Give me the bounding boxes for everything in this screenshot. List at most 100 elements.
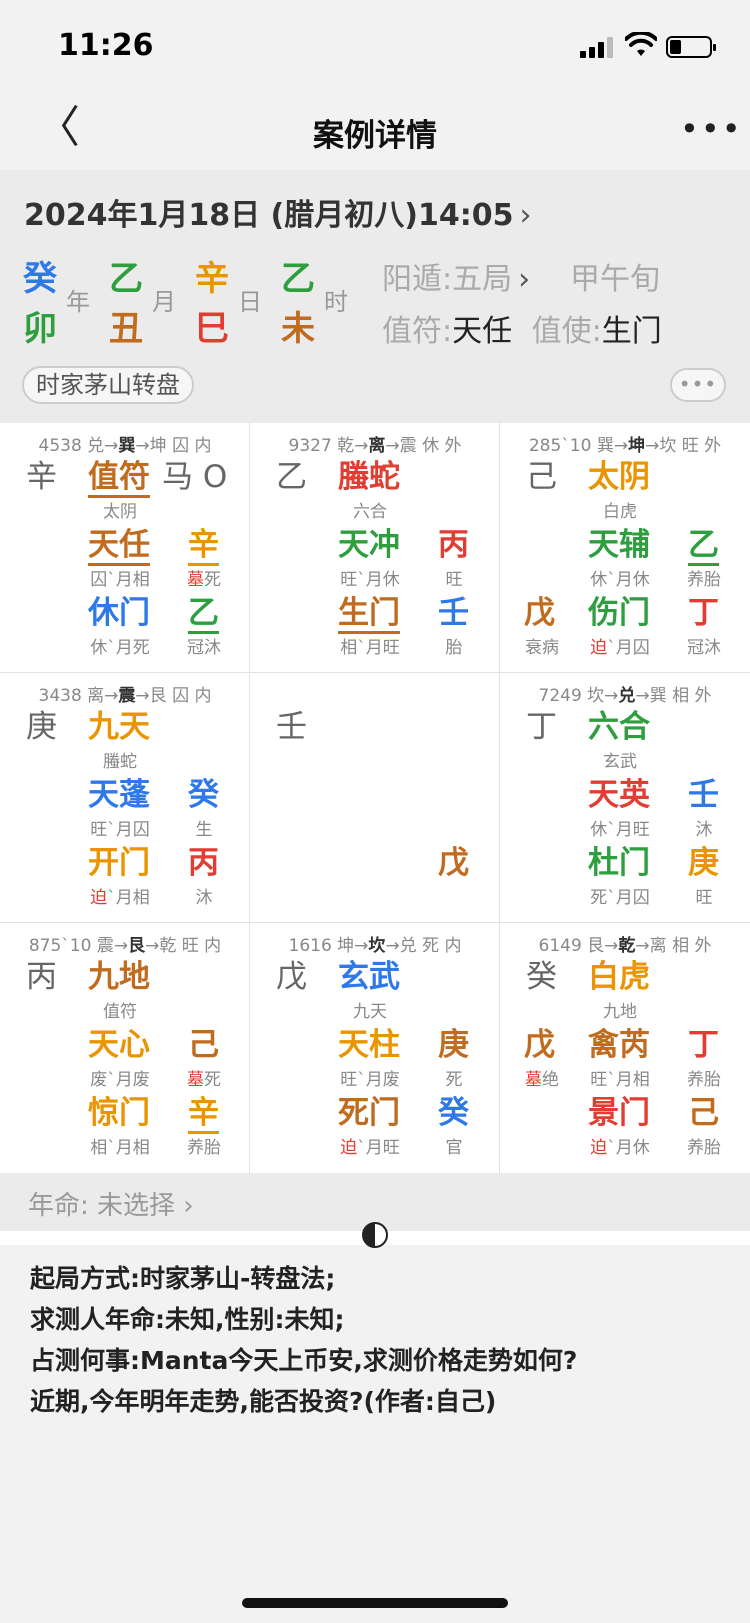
battery-icon	[666, 36, 716, 58]
earth-stem: 丙	[26, 959, 57, 995]
deity-sub: 六合	[353, 502, 387, 522]
door-stem: 辛	[188, 1093, 219, 1134]
status-bar: 11:26	[0, 0, 750, 92]
deity-sub: 九天	[353, 1002, 387, 1022]
door: 开门	[88, 845, 150, 881]
star-stem: 己	[188, 1027, 219, 1063]
zhifu-value: 天任	[452, 314, 513, 349]
year-branch: 卯	[23, 309, 57, 349]
dun-link[interactable]: 阳遁:五局 ›	[382, 254, 530, 298]
star: 天柱	[338, 1027, 400, 1063]
note-question-cont: 近期,今年明年走势,能否投资?(作者:自己)	[30, 1387, 497, 1416]
star-sub: 旺`月相	[590, 1070, 650, 1090]
palace-kan[interactable]: 1616 坤→坎→兑 死 内 戊 玄武 九天 天柱 庚 旺`月废 死 死门 癸 …	[250, 923, 500, 1173]
door-sub: 迫`月休	[590, 1138, 650, 1158]
star-stem-sub: 生	[195, 820, 213, 840]
door-sub: 迫`月相	[90, 888, 150, 908]
star: 天英	[588, 777, 650, 813]
year-pillar: 癸 卯	[22, 254, 58, 354]
center-heaven-stem: 戊	[438, 845, 469, 881]
star: 天辅	[588, 527, 650, 563]
palace-header: 6149 艮→乾→离 相 外	[538, 936, 712, 956]
note-method: 起局方式:时家茅山-转盘法;	[30, 1264, 336, 1293]
star-stem-sub: 养胎	[687, 570, 721, 590]
hour-label: 时	[324, 288, 348, 316]
deity: 螣蛇	[338, 459, 400, 495]
xun-text: 甲午旬	[570, 262, 660, 297]
door: 生门	[338, 593, 400, 634]
earth-stem: 庚	[26, 709, 57, 745]
earth-stem: 辛	[26, 459, 57, 495]
dun-label: 阳遁:	[382, 262, 453, 297]
star-stem-sub: 墓死	[187, 1070, 221, 1090]
earth-stem: 戊	[276, 959, 307, 995]
day-branch: 巳	[195, 309, 229, 349]
door-stem: 己	[688, 1095, 719, 1131]
star-stem-sub: 沐	[695, 820, 713, 840]
deity: 九天	[88, 709, 150, 745]
star-sub: 旺`月休	[340, 570, 400, 590]
earth-stem: 癸	[526, 959, 557, 995]
star-stem-sub: 死	[445, 1070, 463, 1090]
star-stem-sub: 旺	[445, 570, 463, 590]
star-stem: 壬	[688, 777, 719, 813]
yin-yang-icon[interactable]	[362, 1222, 388, 1248]
door-stem: 庚	[688, 845, 719, 881]
palace-li[interactable]: 9327 乾→离→震 休 外 乙 螣蛇 六合 天冲 丙 旺`月休 旺 生门 壬 …	[250, 423, 500, 673]
star-sub: 囚`月相	[90, 570, 150, 590]
door-stem-sub: 官	[445, 1138, 463, 1158]
datetime-link[interactable]: 2024年1月18日 (腊月初八)14:05 ›	[24, 190, 531, 234]
door-sub: 相`月相	[90, 1138, 150, 1158]
door-sub: 死`月囚	[590, 888, 650, 908]
hour-pillar: 乙 未	[280, 254, 316, 354]
chevron-right-icon: ›	[519, 198, 532, 233]
palace-qian[interactable]: 6149 艮→乾→离 相 外 癸 白虎 九地 戊 墓绝 禽芮 丁 旺`月相 养胎…	[500, 923, 750, 1173]
deity: 白虎	[588, 959, 650, 995]
door-stem-sub: 养胎	[187, 1138, 221, 1158]
palace-zhen[interactable]: 3438 离→震→艮 囚 内 庚 九天 螣蛇 天蓬 癸 旺`月囚 生 开门 丙 …	[0, 673, 250, 923]
more-ellipsis-button[interactable]: •••	[670, 368, 726, 402]
deity-sub: 太阴	[103, 502, 137, 522]
door-stem: 壬	[438, 595, 469, 631]
deity: 九地	[88, 959, 150, 995]
chart-mode-button[interactable]: 时家茅山转盘	[22, 366, 194, 404]
year-life-text: 年命: 未选择 ›	[28, 1191, 194, 1221]
door-sub: 相`月旺	[340, 638, 400, 658]
deity-sub: 值符	[103, 1002, 137, 1022]
door-left-stem: 戊	[524, 595, 555, 631]
star: 天冲	[338, 527, 400, 563]
palace-xun[interactable]: 4538 兑→巽→坤 囚 内 辛 值符 马 O 太阴 天任 辛 囚`月相 墓死 …	[0, 423, 250, 673]
palace-gen[interactable]: 875`10 震→艮→乾 旺 内 丙 九地 值符 天心 己 废`月废 墓死 惊门…	[0, 923, 250, 1173]
home-indicator[interactable]	[242, 1598, 508, 1608]
day-label: 日	[238, 288, 262, 316]
palace-dui[interactable]: 7249 坎→兑→巽 相 外 丁 六合 玄武 天英 壬 休`月旺 沐 杜门 庚 …	[500, 673, 750, 923]
deity-sub: 九地	[603, 1002, 637, 1022]
door: 惊门	[88, 1095, 150, 1131]
palace-grid: 4538 兑→巽→坤 囚 内 辛 值符 马 O 太阴 天任 辛 囚`月相 墓死 …	[0, 423, 750, 1173]
horse-marker: 马 O	[162, 459, 228, 495]
deity-sub: 螣蛇	[103, 752, 137, 772]
more-options-button[interactable]: •••	[680, 110, 743, 148]
hour-stem: 乙	[281, 259, 315, 299]
zhifu-zhishi: 值符:天任 值使:生门	[382, 306, 662, 350]
day-pillar: 辛 巳	[194, 254, 230, 354]
deity: 值符	[88, 457, 150, 498]
door-sub: 迫`月囚	[590, 638, 650, 658]
earth-stem: 乙	[276, 459, 307, 495]
door-stem-sub: 沐	[195, 888, 213, 908]
star-stem-sub: 墓死	[187, 570, 221, 590]
star-stem: 癸	[188, 777, 219, 813]
star-sub: 旺`月囚	[90, 820, 150, 840]
zhifu-label: 值符:	[382, 314, 453, 349]
palace-header: 4538 兑→巽→坤 囚 内	[38, 436, 212, 456]
month-pillar: 乙 丑	[108, 254, 144, 354]
palace-header: 3438 离→震→艮 囚 内	[38, 686, 212, 706]
palace-kun[interactable]: 285`10 巽→坤→坎 旺 外 己 太阴 白虎 天辅 乙 休`月休 养胎 戊 …	[500, 423, 750, 673]
door-stem: 癸	[438, 1095, 469, 1131]
star: 天心	[88, 1027, 150, 1063]
palace-center[interactable]: 壬 戊	[250, 673, 500, 923]
star-left-stem: 戊	[524, 1027, 555, 1063]
zhishi-value: 生门	[601, 314, 662, 349]
center-earth-stem: 壬	[276, 709, 307, 745]
star-sub: 休`月旺	[590, 820, 650, 840]
